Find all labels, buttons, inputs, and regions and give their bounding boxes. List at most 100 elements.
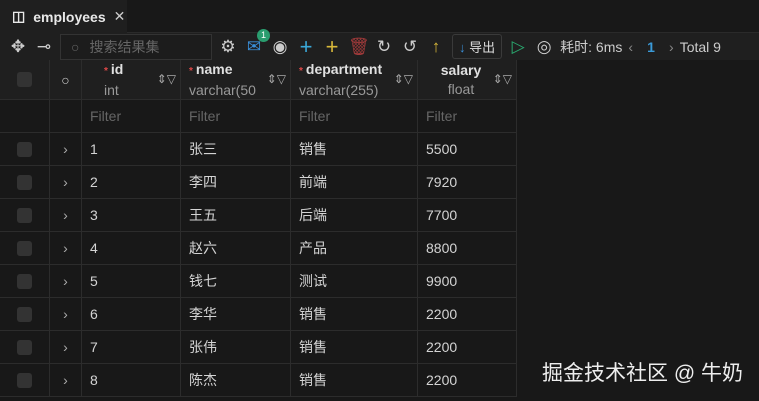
tab-bar: ◫ employees ✕: [0, 0, 759, 33]
import-icon[interactable]: ↑: [426, 37, 446, 57]
add-copy-icon[interactable]: +: [322, 34, 342, 60]
cell[interactable]: 4: [82, 232, 181, 264]
row-checkbox[interactable]: [17, 240, 32, 256]
add-icon[interactable]: +: [296, 34, 316, 60]
cell[interactable]: 测试: [291, 265, 418, 297]
tab-title: employees: [33, 8, 106, 25]
expand-chevron-icon[interactable]: ›: [50, 166, 82, 198]
row-checkbox[interactable]: [17, 306, 32, 322]
move-icon[interactable]: ✥: [8, 37, 28, 57]
cell[interactable]: 后端: [291, 199, 418, 231]
table-row[interactable]: › 6 李华 销售 2200: [0, 298, 517, 331]
table-row[interactable]: › 2 李四 前端 7920: [0, 166, 517, 199]
row-checkbox[interactable]: [17, 141, 32, 157]
cell[interactable]: 2200: [418, 364, 517, 396]
cell[interactable]: 销售: [291, 331, 418, 363]
cell[interactable]: 张伟: [181, 331, 291, 363]
time-label: 耗时: 6ms: [560, 38, 623, 55]
select-all-checkbox[interactable]: [17, 72, 32, 87]
gear-icon[interactable]: ⚙: [218, 37, 238, 57]
cell[interactable]: 钱七: [181, 265, 291, 297]
cell[interactable]: 5500: [418, 133, 517, 165]
expand-chevron-icon[interactable]: ›: [50, 364, 82, 396]
cell[interactable]: 6: [82, 298, 181, 330]
prev-page-button[interactable]: ‹: [628, 39, 633, 55]
sort-filter-icon[interactable]: ⇕▽: [267, 70, 286, 89]
cell[interactable]: 2: [82, 166, 181, 198]
cell[interactable]: 5: [82, 265, 181, 297]
cell[interactable]: 3: [82, 199, 181, 231]
expand-chevron-icon[interactable]: ›: [50, 331, 82, 363]
tab-employees[interactable]: ◫ employees ✕: [0, 0, 127, 33]
sort-filter-icon[interactable]: ⇕▽: [493, 70, 512, 89]
pin-icon[interactable]: ⊸: [34, 37, 54, 57]
cell[interactable]: 产品: [291, 232, 418, 264]
filter-input-id[interactable]: Filter: [82, 100, 181, 132]
expand-chevron-icon[interactable]: ›: [50, 265, 82, 297]
row-checkbox[interactable]: [17, 174, 32, 190]
col-type: int: [104, 81, 119, 98]
cell[interactable]: 销售: [291, 133, 418, 165]
expand-chevron-icon[interactable]: ›: [50, 298, 82, 330]
expand-chevron-icon[interactable]: ›: [50, 199, 82, 231]
table-icon: ◫: [12, 8, 26, 24]
cell[interactable]: 李四: [181, 166, 291, 198]
cell[interactable]: 销售: [291, 364, 418, 396]
eye-icon[interactable]: ◎: [534, 37, 554, 57]
table-row[interactable]: › 1 张三 销售 5500: [0, 133, 517, 166]
next-page-button[interactable]: ›: [669, 39, 674, 55]
table-row[interactable]: › 3 王五 后端 7700: [0, 199, 517, 232]
cell[interactable]: 1: [82, 133, 181, 165]
run-icon[interactable]: ▷: [508, 37, 528, 57]
cell[interactable]: 2200: [418, 298, 517, 330]
expand-chevron-icon[interactable]: ›: [50, 232, 82, 264]
close-icon[interactable]: ✕: [114, 8, 126, 25]
col-name: name: [195, 60, 233, 77]
cell[interactable]: 7: [82, 331, 181, 363]
row-checkbox[interactable]: [17, 273, 32, 289]
mail-icon[interactable]: ✉ 1: [244, 28, 270, 57]
cell[interactable]: 陈杰: [181, 364, 291, 396]
cell[interactable]: 7700: [418, 199, 517, 231]
user-icon[interactable]: ◉: [270, 37, 290, 57]
cell[interactable]: 9900: [418, 265, 517, 297]
filter-input-name[interactable]: Filter: [181, 100, 291, 132]
filter-input-salary[interactable]: Filter: [418, 100, 517, 132]
refresh-icon[interactable]: ↻: [374, 37, 394, 57]
col-name: id: [110, 60, 124, 77]
cell[interactable]: 8: [82, 364, 181, 396]
sort-filter-icon[interactable]: ⇕▽: [393, 70, 413, 89]
history-icon[interactable]: ↺: [400, 37, 420, 57]
row-checkbox[interactable]: [17, 207, 32, 223]
column-header-salary[interactable]: salary float ⇕▽: [418, 60, 517, 99]
column-header-department[interactable]: * department varchar(255) ⇕▽: [291, 60, 418, 99]
col-type: varchar(255): [299, 81, 379, 98]
table-row[interactable]: › 4 赵六 产品 8800: [0, 232, 517, 265]
search-input[interactable]: ○ 搜索结果集: [60, 33, 212, 60]
cell[interactable]: 销售: [291, 298, 418, 330]
col-name: salary: [440, 61, 482, 78]
cell[interactable]: 前端: [291, 166, 418, 198]
search-icon[interactable]: ○: [50, 60, 82, 99]
table-row[interactable]: › 8 陈杰 销售 2200: [0, 364, 517, 397]
row-checkbox[interactable]: [17, 339, 32, 355]
cell[interactable]: 8800: [418, 232, 517, 264]
delete-icon[interactable]: 🗑: [348, 37, 370, 57]
export-button[interactable]: ↓ 导出: [452, 34, 503, 59]
cell[interactable]: 7920: [418, 166, 517, 198]
filter-input-department[interactable]: Filter: [291, 100, 418, 132]
col-type: float: [447, 80, 475, 97]
expand-chevron-icon[interactable]: ›: [50, 133, 82, 165]
table-row[interactable]: › 5 钱七 测试 9900: [0, 265, 517, 298]
column-header-id[interactable]: * id int ⇕▽: [82, 60, 181, 99]
cell[interactable]: 王五: [181, 199, 291, 231]
cell[interactable]: 赵六: [181, 232, 291, 264]
cell[interactable]: 李华: [181, 298, 291, 330]
column-header-name[interactable]: * name varchar(50 ⇕▽: [181, 60, 291, 99]
row-checkbox[interactable]: [17, 372, 32, 388]
page-number[interactable]: 1: [639, 39, 663, 55]
table-row[interactable]: › 7 张伟 销售 2200: [0, 331, 517, 364]
cell[interactable]: 2200: [418, 331, 517, 363]
cell[interactable]: 张三: [181, 133, 291, 165]
sort-filter-icon[interactable]: ⇕▽: [157, 70, 176, 89]
